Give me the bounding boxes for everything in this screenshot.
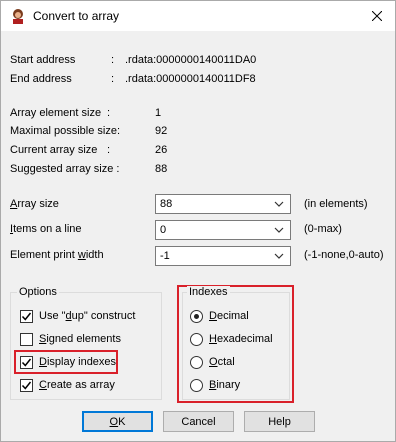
array-element-size-label: Array element size xyxy=(10,107,102,119)
items-on-line-label: Items on a line xyxy=(10,223,82,235)
start-address-value: .rdata:0000000140011DA0 xyxy=(125,54,257,66)
items-on-line-combo[interactable]: 0 xyxy=(155,220,291,240)
hexadecimal-radio[interactable] xyxy=(190,333,203,346)
end-address-separator: : xyxy=(111,73,115,85)
array-size-value: 88 xyxy=(160,198,173,210)
print-width-combo[interactable]: -1 xyxy=(155,246,291,266)
options-group-title: Options xyxy=(17,286,59,298)
chevron-down-icon xyxy=(274,227,284,233)
signed-elements-checkbox[interactable] xyxy=(20,333,33,346)
end-address-value: .rdata:0000000140011DF8 xyxy=(125,73,256,85)
current-size-label: Current array size xyxy=(10,144,98,156)
maximal-size-value: 92 xyxy=(155,125,168,137)
chevron-down-icon xyxy=(274,201,284,207)
array-size-hint: (in elements) xyxy=(304,198,368,210)
help-button[interactable]: Help xyxy=(244,411,315,432)
close-icon xyxy=(372,11,382,21)
array-size-combo[interactable]: 88 xyxy=(155,194,291,214)
title-bar: Convert to array xyxy=(1,1,395,31)
start-address-label: Start address xyxy=(10,54,76,66)
convert-to-array-dialog: Convert to array Start address : .rdata:… xyxy=(0,0,396,442)
checkmark-icon xyxy=(21,381,32,390)
binary-radio[interactable] xyxy=(190,379,203,392)
display-indexes-highlight xyxy=(14,350,118,374)
items-on-line-hint: (0-max) xyxy=(304,223,342,235)
close-button[interactable] xyxy=(359,1,395,31)
array-size-label: Array size xyxy=(10,198,59,210)
items-on-line-value: 0 xyxy=(160,224,167,236)
signed-elements-label: Signed elements xyxy=(39,333,121,345)
suggested-size-value: 88 xyxy=(155,163,168,175)
create-as-array-label: Create as array xyxy=(39,379,115,391)
decimal-radio[interactable] xyxy=(190,310,203,323)
hexadecimal-label: Hexadecimal xyxy=(209,333,273,345)
ida-app-icon xyxy=(13,9,23,24)
create-as-array-checkbox[interactable] xyxy=(20,379,33,392)
ok-button[interactable]: OK xyxy=(82,411,153,432)
octal-radio[interactable] xyxy=(190,356,203,369)
suggested-size-label: Suggested array size : xyxy=(10,163,120,175)
decimal-label: Decimal xyxy=(209,310,249,322)
print-width-value: -1 xyxy=(160,250,170,262)
print-width-label: Element print width xyxy=(10,249,104,261)
chevron-down-icon xyxy=(274,253,284,259)
use-dup-label: Use "dup" construct xyxy=(39,310,136,322)
indexes-group-title: Indexes xyxy=(187,286,230,298)
current-size-value: 26 xyxy=(155,144,168,156)
print-width-hint: (-1-none,0-auto) xyxy=(304,249,384,261)
start-address-separator: : xyxy=(111,54,115,66)
cancel-button[interactable]: Cancel xyxy=(163,411,234,432)
checkmark-icon xyxy=(21,312,32,321)
array-element-size-separator: : xyxy=(107,107,111,119)
array-element-size-value: 1 xyxy=(155,107,162,119)
maximal-size-label: Maximal possible size: xyxy=(10,125,121,137)
radio-selected-dot xyxy=(194,314,199,319)
octal-label: Octal xyxy=(209,356,235,368)
window-title: Convert to array xyxy=(33,9,120,23)
use-dup-checkbox[interactable] xyxy=(20,310,33,323)
current-size-separator: : xyxy=(107,144,111,156)
binary-label: Binary xyxy=(209,379,241,391)
end-address-label: End address xyxy=(10,73,72,85)
